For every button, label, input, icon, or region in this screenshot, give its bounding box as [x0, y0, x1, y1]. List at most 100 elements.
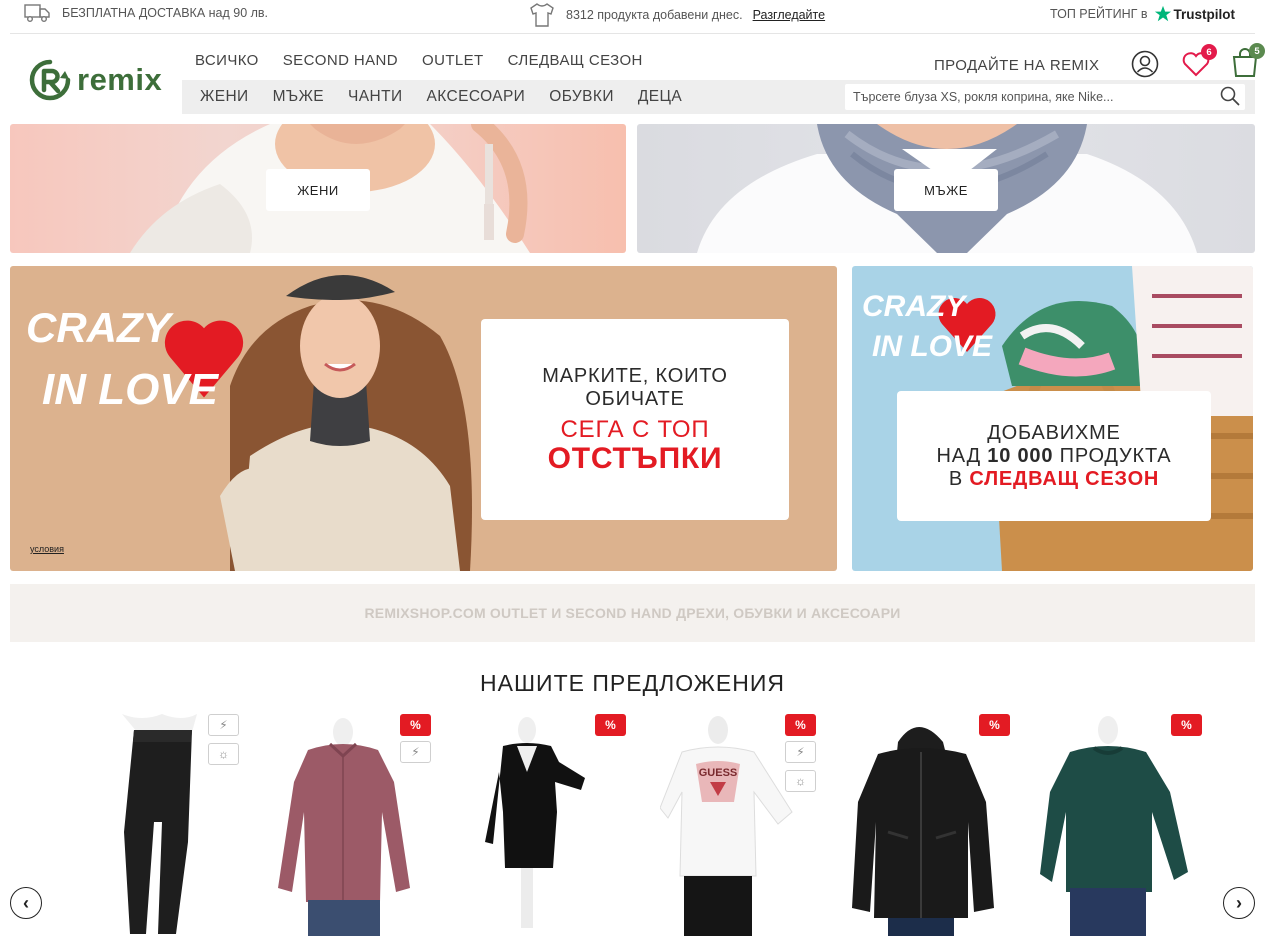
sale-tag[interactable]: %: [979, 714, 1010, 736]
product-card[interactable]: %: [465, 712, 626, 936]
flash-delivery-tag[interactable]: ⚡: [400, 741, 431, 763]
nav-women[interactable]: ЖЕНИ: [200, 88, 249, 106]
nav-outlet[interactable]: OUTLET: [422, 52, 484, 69]
seo-strip-text: REMIXSHOP.COM OUTLET И SECOND HAND ДРЕХИ…: [364, 605, 901, 621]
flash-delivery-tag[interactable]: ⚡: [785, 741, 816, 763]
nav-men[interactable]: МЪЖЕ: [273, 88, 324, 106]
tshirt-icon: [530, 3, 554, 27]
lightning-icon: ⚡: [411, 745, 420, 759]
chevron-right-icon: ›: [1236, 892, 1242, 913]
sell-on-remix-link[interactable]: ПРОДАЙТЕ НА REMIX: [934, 57, 1099, 74]
men-category-banner[interactable]: МЪЖЕ: [637, 124, 1255, 253]
product-image-jacket: [852, 727, 994, 936]
promo-line-3: СЕГА С ТОП: [560, 415, 710, 443]
search-button[interactable]: [1220, 86, 1240, 111]
sale-tag[interactable]: %: [785, 714, 816, 736]
remix-logo-icon: [29, 59, 71, 101]
chevron-left-icon: ‹: [23, 892, 29, 913]
truck-icon: [24, 4, 50, 22]
browse-new-link[interactable]: Разгледайте: [753, 8, 826, 22]
remix-logo[interactable]: remix: [27, 57, 162, 103]
category-nav: ЖЕНИ МЪЖЕ ЧАНТИ АКСЕСОАРИ ОБУВКИ ДЕЦА: [200, 88, 706, 106]
sale-tag[interactable]: %: [400, 714, 431, 736]
season-tag[interactable]: ☼: [208, 743, 239, 765]
product-image-sweater: [1040, 716, 1188, 936]
carousel-prev-button[interactable]: ‹: [10, 887, 42, 919]
next-season-banner[interactable]: CRAZY IN LOVE ДОБАВИХМЕ НАД 10 000 ПРОДУ…: [852, 266, 1253, 571]
logo-wordmark: remix: [77, 62, 163, 97]
seo-strip: REMIXSHOP.COM OUTLET И SECOND HAND ДРЕХИ…: [10, 584, 1255, 642]
daily-added-info: 8312 продукта добавени днес. Разгледайте: [528, 2, 825, 28]
product-card[interactable]: % ⚡: [270, 712, 431, 936]
nav-next-season[interactable]: СЛЕДВАЩ СЕЗОН: [508, 52, 643, 69]
user-icon: [1131, 50, 1159, 78]
sale-symbol: %: [605, 718, 616, 732]
lightning-icon: ⚡: [796, 745, 805, 759]
product-card[interactable]: %: [1040, 712, 1202, 936]
flash-delivery-tag[interactable]: ⚡: [208, 714, 239, 736]
season-line-2-post: ПРОДУКТА: [1053, 444, 1172, 467]
lightning-icon: ⚡: [219, 718, 228, 732]
rating-label: ТОП РЕЙТИНГ в: [1050, 7, 1148, 21]
offers-title: НАШИТЕ ПРЕДЛОЖЕНИЯ: [480, 670, 785, 696]
product-card[interactable]: GUESS % ⚡ ☼: [659, 712, 816, 936]
sale-symbol: %: [795, 718, 806, 732]
men-button[interactable]: МЪЖЕ: [894, 169, 998, 211]
search-icon: [1220, 86, 1240, 106]
sale-tag[interactable]: %: [1171, 714, 1202, 736]
nav-kids[interactable]: ДЕЦА: [638, 88, 682, 106]
trustpilot-text: Trustpilot: [1173, 6, 1236, 22]
trustpilot-star-icon: [1154, 5, 1171, 22]
season-line-1: ДОБАВИХМЕ: [987, 421, 1121, 444]
sale-tag[interactable]: %: [595, 714, 626, 736]
svg-text:GUESS: GUESS: [699, 767, 738, 779]
cart-button[interactable]: 5: [1231, 43, 1265, 84]
shipping-info: БЕЗПЛАТНА ДОСТАВКА над 90 лв.: [24, 3, 268, 23]
crazy-in-love-card[interactable]: МАРКИТЕ, КОИТО ОБИЧАТЕ СЕГА С ТОП ОТСТЪП…: [481, 319, 789, 520]
search-input[interactable]: [845, 84, 1245, 110]
nav-shoes[interactable]: ОБУВКИ: [549, 88, 614, 106]
cart-count-badge: 5: [1249, 43, 1265, 59]
trustpilot-rating[interactable]: ТОП РЕЙТИНГ в Trustpilot: [1050, 5, 1235, 23]
small-logo-crazy-text: CRAZY: [862, 290, 968, 323]
sale-symbol: %: [989, 718, 1000, 732]
product-card[interactable]: %: [848, 712, 1010, 936]
crazy-in-love-banner[interactable]: CRAZY IN LOVE МАРКИТЕ, КОИТО ОБИЧАТЕ СЕГ…: [10, 266, 837, 571]
product-image-dress: [485, 717, 585, 928]
season-line-2-pre: НАД: [936, 444, 988, 467]
crazy-in-love-small-logo: CRAZY IN LOVE: [862, 290, 996, 363]
season-tag[interactable]: ☼: [785, 770, 816, 792]
season-line-3: В СЛЕДВАЩ СЕЗОН: [949, 468, 1159, 491]
season-line-2: НАД 10 000 ПРОДУКТА: [937, 445, 1172, 468]
divider: [10, 33, 1255, 34]
small-logo-inlove-text: IN LOVE: [872, 330, 993, 363]
product-image-shirt: [278, 718, 410, 936]
promo-line-1: МАРКИТЕ, КОИТО: [542, 364, 728, 387]
sun-icon: ☼: [795, 774, 806, 788]
women-category-banner[interactable]: ЖЕНИ: [10, 124, 626, 253]
sale-symbol: %: [1181, 718, 1192, 732]
nav-accessories[interactable]: АКСЕСОАРИ: [427, 88, 526, 106]
season-line-3-bold: СЛЕДВАЩ СЕЗОН: [969, 467, 1160, 490]
women-button[interactable]: ЖЕНИ: [266, 169, 370, 211]
wishlist-button[interactable]: 6: [1181, 44, 1217, 83]
logo-crazy-text: CRAZY: [26, 304, 175, 351]
season-line-3-pre: В: [948, 467, 970, 490]
shipping-text: БЕЗПЛАТНА ДОСТАВКА над 90 лв.: [62, 6, 269, 20]
promo-line-4: ОТСТЪПКИ: [547, 441, 723, 475]
account-button[interactable]: [1131, 50, 1159, 83]
conditions-link[interactable]: условия: [30, 544, 64, 554]
product-card[interactable]: ⚡ ☼: [92, 712, 242, 936]
next-season-card[interactable]: ДОБАВИХМЕ НАД 10 000 ПРОДУКТА В СЛЕДВАЩ …: [897, 391, 1211, 521]
woman-in-coat-image: [220, 274, 472, 571]
promo-line-2: ОБИЧАТЕ: [585, 387, 685, 410]
carousel-next-button[interactable]: ›: [1223, 887, 1255, 919]
nav-bags[interactable]: ЧАНТИ: [348, 88, 402, 106]
sale-symbol: %: [410, 718, 421, 732]
nav-all[interactable]: ВСИЧКО: [195, 52, 259, 69]
daily-added-text: 8312 продукта добавени днес.: [566, 8, 743, 22]
wishlist-count-badge: 6: [1201, 44, 1217, 60]
season-line-2-bold: 10 000: [987, 444, 1054, 467]
primary-nav: ВСИЧКО SECOND HAND OUTLET СЛЕДВАЩ СЕЗОН: [195, 52, 667, 69]
nav-second-hand[interactable]: SECOND HAND: [283, 52, 398, 69]
